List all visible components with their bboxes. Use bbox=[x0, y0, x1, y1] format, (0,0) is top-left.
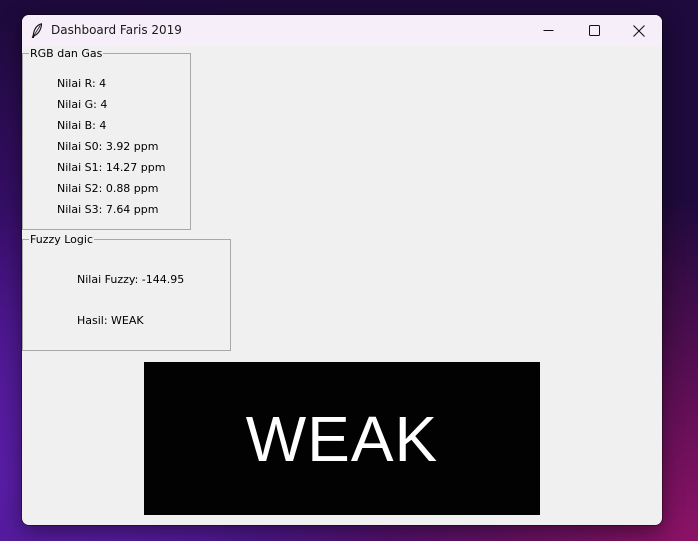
nilai-s1-label: Nilai S1: 14.27 ppm bbox=[57, 161, 166, 174]
close-icon bbox=[633, 24, 645, 37]
nilai-s3-label: Nilai S3: 7.64 ppm bbox=[57, 203, 159, 216]
nilai-g-label: Nilai G: 4 bbox=[57, 98, 108, 111]
app-window: Dashboard Faris 2019 RGB dan Gas Nilai R… bbox=[22, 15, 662, 525]
hasil-label: Hasil: WEAK bbox=[77, 314, 144, 327]
nilai-s2-label: Nilai S2: 0.88 ppm bbox=[57, 182, 159, 195]
minimize-button[interactable] bbox=[525, 15, 571, 46]
minimize-icon bbox=[543, 30, 553, 31]
nilai-fuzzy-label: Nilai Fuzzy: -144.95 bbox=[77, 273, 185, 286]
title-bar[interactable]: Dashboard Faris 2019 bbox=[22, 15, 662, 46]
window-title: Dashboard Faris 2019 bbox=[51, 23, 182, 37]
nilai-r-label: Nilai R: 4 bbox=[57, 77, 107, 90]
result-display: WEAK bbox=[144, 362, 540, 515]
fuzzy-logic-frame: Fuzzy Logic bbox=[22, 232, 231, 351]
nilai-s0-label: Nilai S0: 3.92 ppm bbox=[57, 140, 159, 153]
maximize-icon bbox=[588, 25, 600, 36]
feather-icon bbox=[31, 23, 43, 38]
rgb-gas-frame-label: RGB dan Gas bbox=[29, 46, 104, 61]
result-display-text: WEAK bbox=[245, 402, 439, 475]
close-button[interactable] bbox=[616, 15, 662, 46]
fuzzy-logic-frame-label: Fuzzy Logic bbox=[29, 232, 95, 247]
nilai-b-label: Nilai B: 4 bbox=[57, 119, 107, 132]
maximize-button[interactable] bbox=[571, 15, 617, 46]
